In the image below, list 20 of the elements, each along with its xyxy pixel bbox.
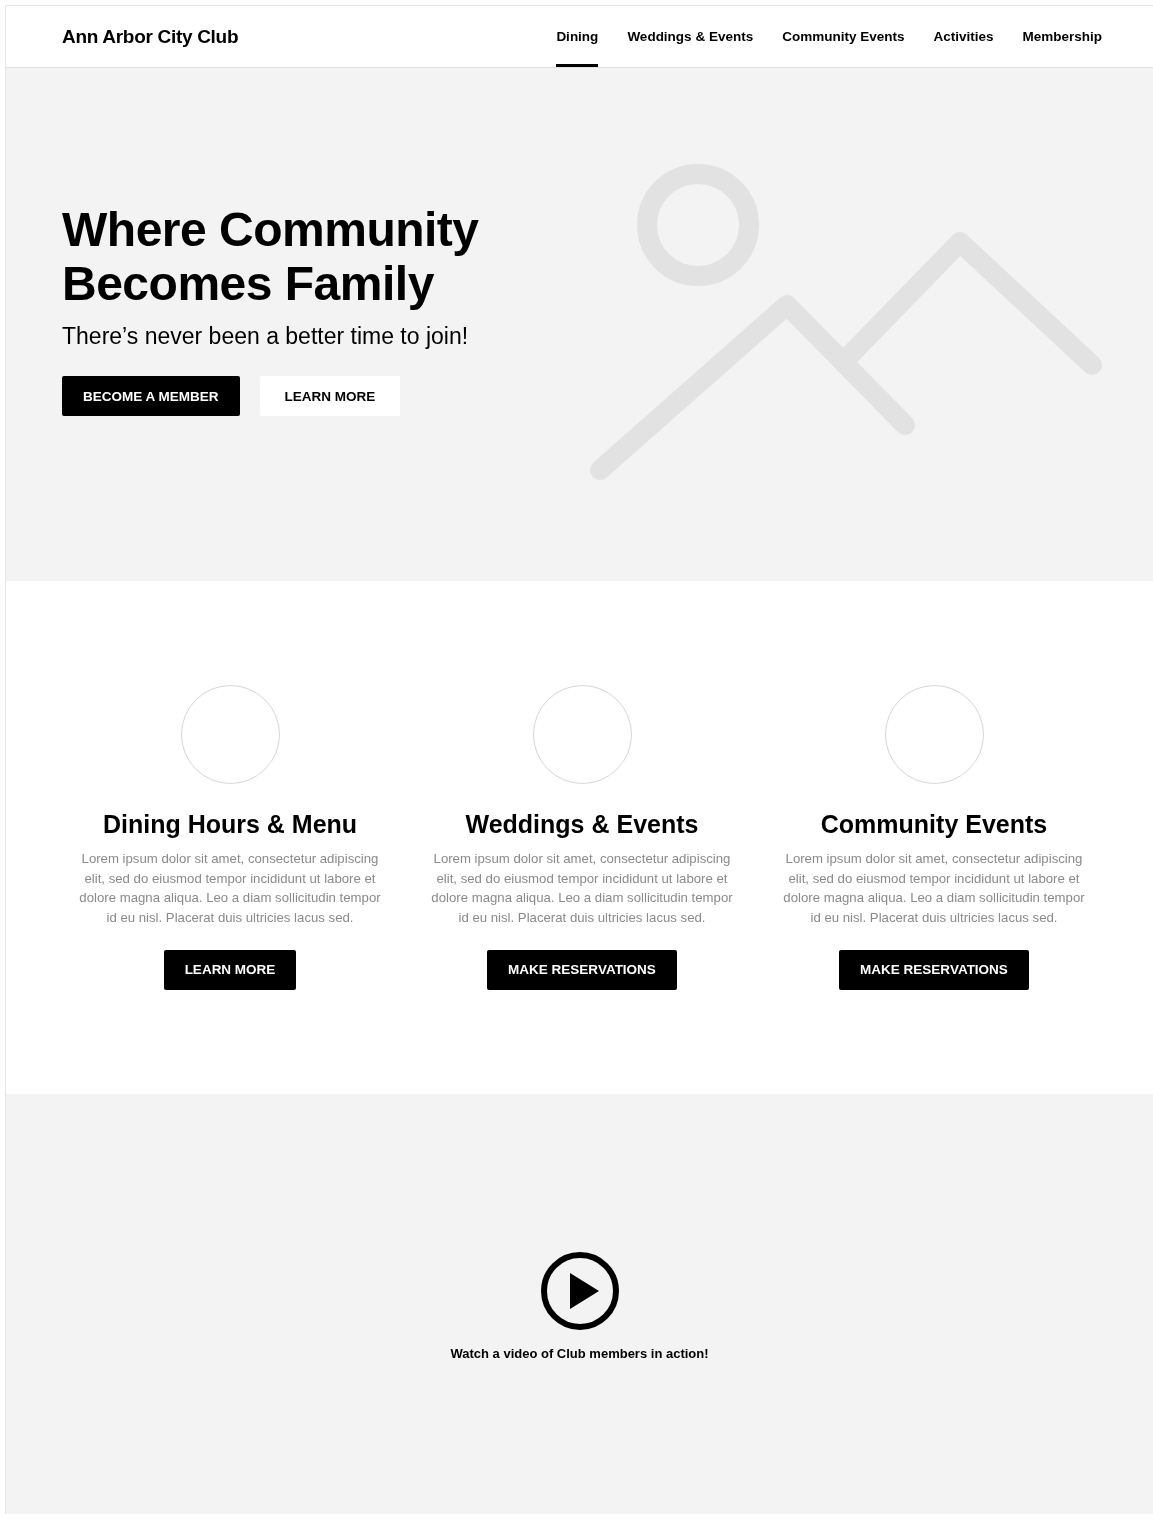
nav-link[interactable]: Membership bbox=[1022, 6, 1102, 67]
feature-description: Lorem ipsum dolor sit amet, consectetur adipiscing elit, sed do eiusmod tempor incididunt ut labore et dolore magna aliqua. Leo a diam sollicitudin tempor id eu nisl. Placerat duis ultricies lacus sed. bbox=[782, 850, 1086, 928]
feature-button[interactable]: MAKE RESERVATIONS bbox=[839, 949, 1029, 990]
feature-description: Lorem ipsum dolor sit amet, consectetur adipiscing elit, sed do eiusmod tempor incididunt ut labore et dolore magna aliqua. Leo a diam sollicitudin tempor id eu nisl. Placerat duis ultricies lacus sed. bbox=[78, 850, 382, 928]
learn-more-button[interactable]: LEARN MORE bbox=[259, 376, 401, 416]
play-icon[interactable] bbox=[539, 1251, 620, 1331]
nav-link[interactable]: Activities bbox=[933, 6, 994, 67]
video-caption: Watch a video of Club members in action! bbox=[450, 1346, 709, 1361]
feature-button[interactable]: MAKE RESERVATIONS bbox=[487, 949, 677, 990]
feature-title: Weddings & Events bbox=[465, 810, 699, 839]
nav-link[interactable]: Weddings & Events bbox=[627, 6, 754, 67]
feature-button[interactable]: LEARN MORE bbox=[163, 949, 297, 990]
member-button[interactable]: BECOME A MEMBER bbox=[62, 376, 240, 416]
feature-title: Dining Hours & Menu bbox=[102, 810, 358, 839]
feature-description: Lorem ipsum dolor sit amet, consectetur adipiscing elit, sed do eiusmod tempor incididunt ut labore et dolore magna aliqua. Leo a diam sollicitudin tempor id eu nisl. Placerat duis ultricies lacus sed. bbox=[430, 850, 734, 928]
feature-title: Community Events bbox=[820, 810, 1048, 839]
site-logo[interactable]: Ann Arbor City Club bbox=[62, 25, 239, 48]
hero-subtitle: There’s never been a better time to join! bbox=[62, 323, 470, 350]
nav-link[interactable]: Community Events bbox=[782, 6, 905, 67]
hero-title: Where Community Becomes Family bbox=[62, 203, 480, 311]
